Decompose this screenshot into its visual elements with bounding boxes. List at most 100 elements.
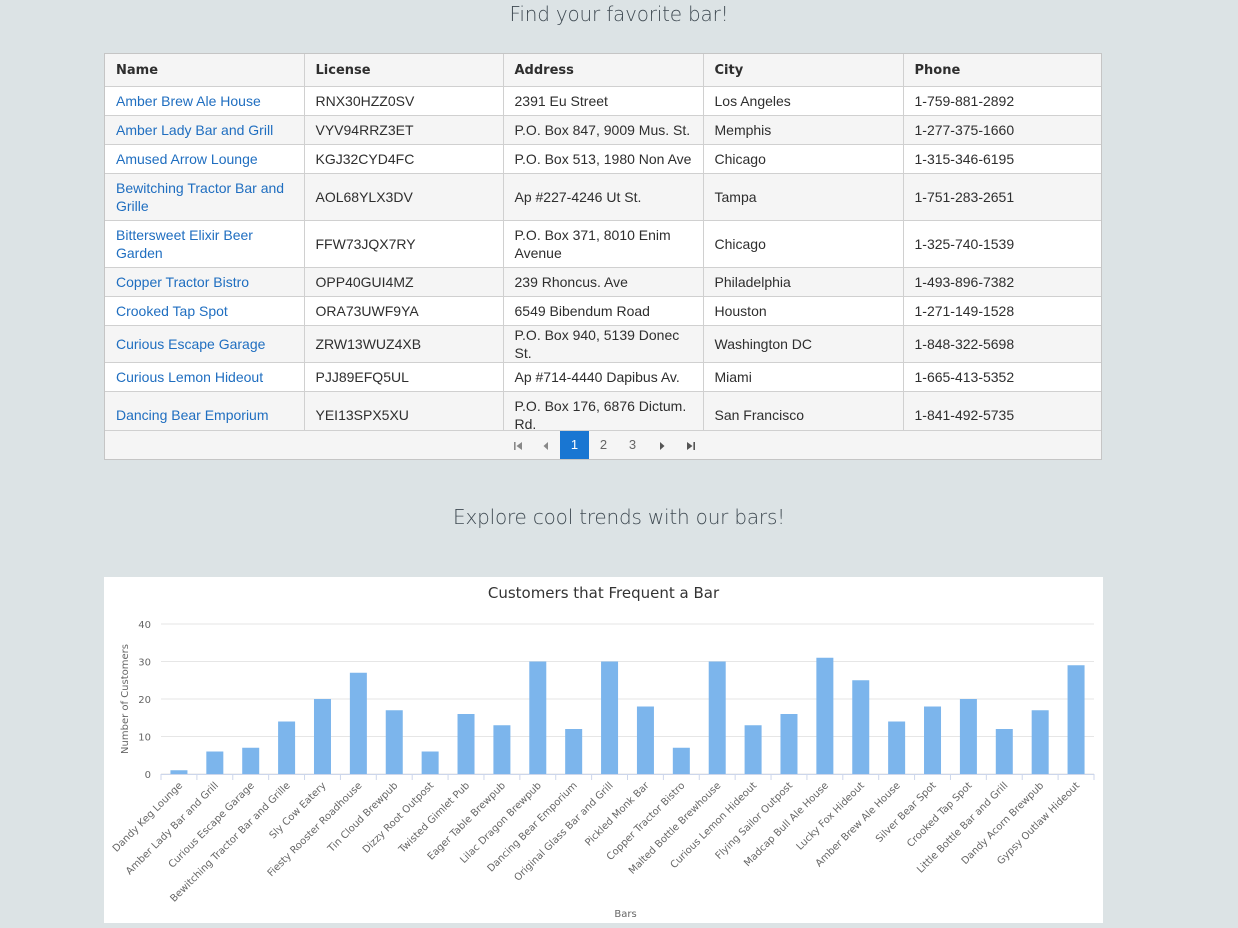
table-row: Bittersweet Elixir Beer Garden FFW73JQX7R… (105, 220, 1101, 268)
x-tick-label: Tin Cloud Brewpub (325, 780, 400, 855)
column-header-address[interactable]: Address (503, 54, 704, 87)
page-1-button[interactable]: 1 (560, 431, 589, 459)
cell-address: P.O. Box 940, 5139 Donec St. (503, 325, 704, 363)
cell-address: Ap #714-4440 Dapibus Av. (503, 362, 704, 392)
trends-heading: Explore cool trends with our bars! (453, 505, 785, 529)
cell-city-text: Miami (714, 369, 752, 385)
cell-phone: 1-325-740-1539 (903, 220, 1101, 268)
cell-license: VYV94RRZ3ET (304, 115, 504, 145)
y-tick-label: 40 (138, 620, 151, 631)
cell-address: P.O. Box 847, 9009 Mus. St. (503, 115, 704, 145)
last-page-icon[interactable] (676, 431, 705, 459)
chart-bar (206, 751, 224, 774)
cell-license-text: RNX30HZZ0SV (315, 93, 415, 109)
cell-phone: 1-315-346-6195 (903, 144, 1101, 174)
next-page-icon[interactable] (647, 431, 676, 459)
bar-name-link[interactable]: Amber Lady Bar and Grill (116, 121, 293, 139)
chart-bar (278, 721, 296, 774)
customers-chart-svg: Customers that Frequent a Bar 0 10 20 30 40 Nu… (111, 584, 1095, 920)
chart-bar (959, 699, 977, 774)
chart-bar (888, 721, 906, 774)
cell-license: AOL68YLX3DV (304, 173, 504, 221)
cell-city: Chicago (703, 220, 904, 268)
cell-name: Amber Lady Bar and Grill (105, 115, 305, 145)
bars-grid: Name License Address City Phone Amber Br… (104, 53, 1102, 460)
chart-bar (493, 725, 511, 774)
cell-phone-text: 1-277-375-1660 (914, 122, 1015, 138)
cell-license-text: ORA73UWF9YA (315, 303, 419, 319)
bar-name-link[interactable]: Curious Escape Garage (116, 335, 293, 353)
bar-name-link[interactable]: Amused Arrow Lounge (116, 150, 293, 168)
bar-name-link[interactable]: Amber Brew Ale House (116, 92, 293, 110)
column-header-city[interactable]: City (703, 54, 904, 87)
cell-address: 6549 Bibendum Road (503, 296, 704, 326)
y-tick-label: 30 (138, 658, 151, 669)
cell-city-text: Memphis (714, 122, 772, 138)
bar-name-link[interactable]: Bittersweet Elixir Beer Garden (116, 226, 293, 262)
cell-city-text: Chicago (714, 236, 766, 252)
pager: 1 2 3 (105, 430, 1101, 459)
cell-phone: 1-848-322-5698 (903, 325, 1101, 363)
chart-bar (852, 680, 870, 774)
column-header-phone[interactable]: Phone (903, 54, 1101, 87)
chart-bar (385, 710, 403, 774)
cell-city: Chicago (703, 144, 904, 174)
cell-phone-text: 1-841-492-5735 (914, 407, 1015, 423)
cell-name: Bittersweet Elixir Beer Garden (105, 220, 305, 268)
chart-bar (170, 770, 188, 774)
x-tick-label: Crooked Tap Spot (905, 780, 974, 849)
cell-license-text: PJJ89EFQ5UL (315, 369, 409, 385)
x-axis-label: Bars (614, 909, 636, 920)
y-tick-label: 0 (145, 770, 151, 781)
cell-license-text: AOL68YLX3DV (315, 189, 413, 205)
cell-city-text: Washington DC (714, 336, 813, 352)
cell-license: PJJ89EFQ5UL (304, 362, 504, 392)
x-tick-label: Pickled Monk Bar (583, 780, 652, 849)
cell-license-text: FFW73JQX7RY (315, 236, 416, 252)
table-row: Bewitching Tractor Bar and Grille AOL68YL… (105, 173, 1101, 221)
cell-address-text: 2391 Eu Street (514, 93, 608, 109)
cell-license-text: ZRW13WUZ4XB (315, 336, 422, 352)
customers-chart: Customers that Frequent a Bar 0 10 20 30 40 Nu… (104, 577, 1103, 923)
chart-title: Customers that Frequent a Bar (488, 584, 720, 602)
cell-phone: 1-277-375-1660 (903, 115, 1101, 145)
cell-address-text: P.O. Box 371, 8010 Enim Avenue (514, 227, 671, 261)
cell-phone-text: 1-271-149-1528 (914, 303, 1015, 319)
chart-bar (780, 714, 798, 774)
column-header-license[interactable]: License (304, 54, 504, 87)
chart-bar (708, 661, 726, 774)
cell-city-text: San Francisco (714, 407, 804, 423)
cell-phone-text: 1-665-413-5352 (914, 369, 1015, 385)
column-header-name[interactable]: Name (105, 54, 305, 87)
chart-bar (636, 706, 654, 774)
bar-name-link[interactable]: Dancing Bear Emporium (116, 406, 293, 424)
cell-license-text: YEI13SPX5XU (315, 407, 409, 423)
page-3-button[interactable]: 3 (618, 431, 647, 459)
chart-bar (565, 729, 583, 774)
cell-address-text: 239 Rhoncus. Ave (514, 274, 628, 290)
cell-name: Curious Lemon Hideout (105, 362, 305, 392)
cell-city: Tampa (703, 173, 904, 221)
y-axis-label: Number of Customers (120, 644, 131, 754)
cell-phone: 1-751-283-2651 (903, 173, 1101, 221)
cell-address-text: P.O. Box 513, 1980 Non Ave (514, 151, 692, 167)
x-tick-label: Dizzy Root Outpost (361, 780, 436, 855)
cell-phone: 1-493-896-7382 (903, 267, 1101, 297)
cell-city: Houston (703, 296, 904, 326)
cell-license-text: KGJ32CYD4FC (315, 151, 415, 167)
table-row: Copper Tractor Bistro OPP40GUI4MZ 239 Rhon… (105, 267, 1101, 297)
cell-phone-text: 1-848-322-5698 (914, 336, 1015, 352)
chart-bar (457, 714, 475, 774)
cell-address: P.O. Box 371, 8010 Enim Avenue (503, 220, 704, 268)
bar-name-link[interactable]: Curious Lemon Hideout (116, 368, 293, 386)
chart-bar (313, 699, 331, 774)
bar-name-link[interactable]: Copper Tractor Bistro (116, 273, 293, 291)
first-page-icon[interactable] (503, 431, 532, 459)
bar-name-link[interactable]: Bewitching Tractor Bar and Grille (116, 179, 293, 215)
cell-city: Washington DC (703, 325, 904, 363)
prev-page-icon[interactable] (531, 431, 560, 459)
cell-name: Crooked Tap Spot (105, 296, 305, 326)
bar-name-link[interactable]: Crooked Tap Spot (116, 302, 293, 320)
page-2-button[interactable]: 2 (589, 431, 618, 459)
cell-phone-text: 1-759-881-2892 (914, 93, 1015, 109)
